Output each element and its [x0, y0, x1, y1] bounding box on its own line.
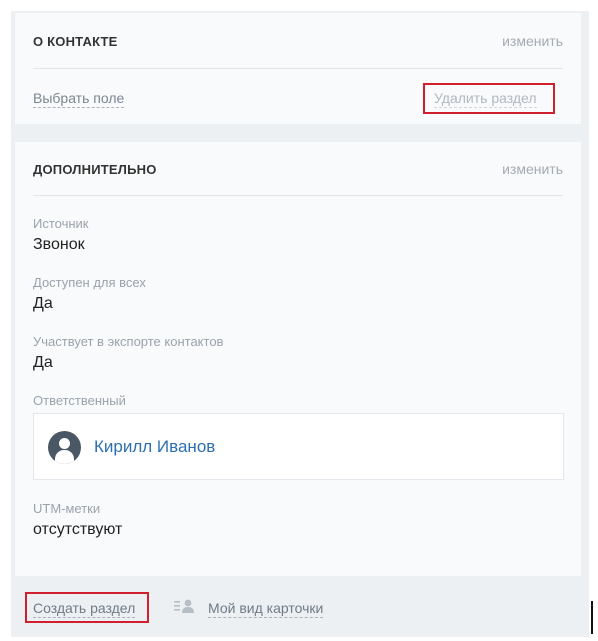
section-extra-title: ДОПОЛНИТЕЛЬНО	[33, 162, 157, 177]
section-contact-divider	[33, 68, 563, 69]
field-responsible-label: Ответственный	[33, 393, 126, 408]
section-extra-divider	[33, 195, 563, 196]
section-contact-edit-link[interactable]: изменить	[502, 33, 563, 49]
field-export-label: Участвует в экспорте контактов	[33, 334, 224, 349]
responsible-user-name[interactable]: Кирилл Иванов	[94, 437, 215, 457]
field-public-value: Да	[33, 295, 53, 312]
my-card-view-link[interactable]: Мой вид карточки	[208, 599, 324, 618]
card-view-icon	[174, 599, 194, 613]
responsible-user-card[interactable]: Кирилл Иванов	[33, 413, 564, 480]
field-export-value: Да	[33, 354, 53, 371]
field-utm-value: отсутствуют	[33, 521, 123, 538]
field-source-value: Звонок	[33, 236, 85, 253]
field-utm-label: UTM-метки	[33, 501, 101, 516]
section-contact-title: О КОНТАКТЕ	[33, 34, 118, 49]
choose-field-link[interactable]: Выбрать поле	[33, 89, 125, 108]
section-contact: О КОНТАКТЕ изменить Выбрать поле Удалить…	[15, 13, 581, 124]
section-extra-edit-link[interactable]: изменить	[502, 161, 563, 177]
canvas: О КОНТАКТЕ изменить Выбрать поле Удалить…	[0, 0, 598, 641]
field-source-label: Источник	[33, 216, 89, 231]
text-cursor	[591, 601, 593, 634]
section-extra: ДОПОЛНИТЕЛЬНО изменить Источник Звонок Д…	[15, 142, 581, 576]
field-public-label: Доступен для всех	[33, 275, 146, 290]
user-avatar-icon	[48, 431, 81, 464]
delete-section-link[interactable]: Удалить раздел	[434, 89, 537, 108]
create-section-link[interactable]: Создать раздел	[33, 599, 136, 618]
